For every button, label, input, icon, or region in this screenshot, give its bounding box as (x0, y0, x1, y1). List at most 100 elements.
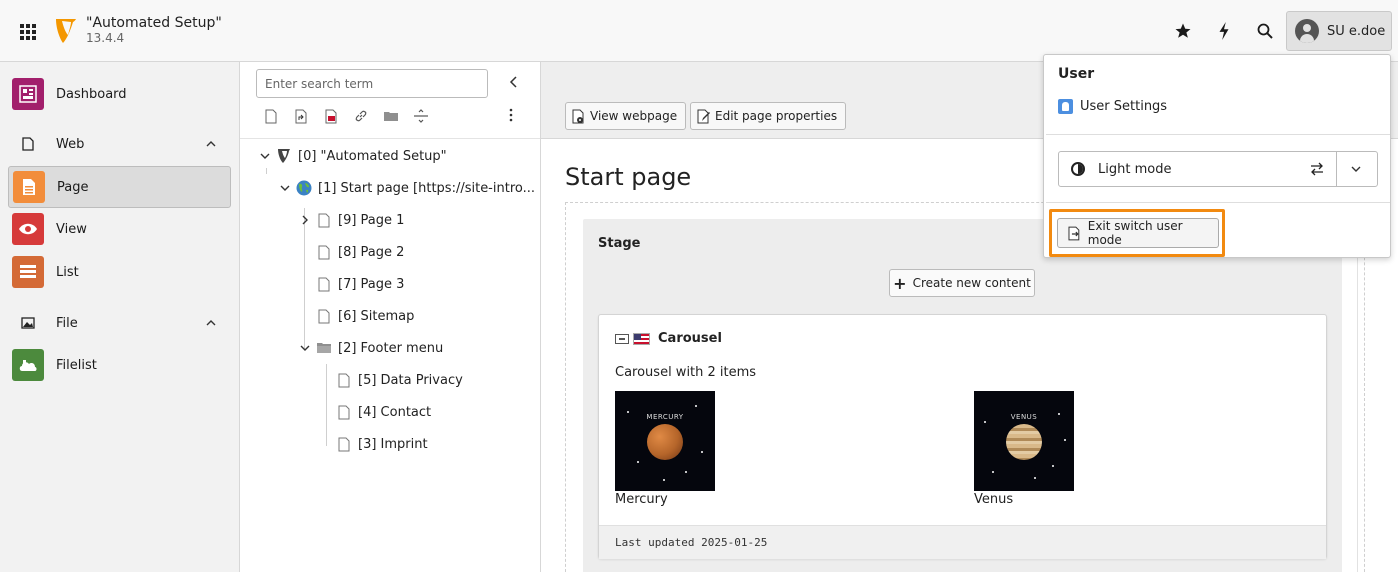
module-view[interactable]: View (8, 208, 231, 250)
tree-node-sitemap[interactable]: [6] Sitemap (298, 304, 414, 328)
flash-icon[interactable] (1212, 19, 1236, 43)
tree-more-icon[interactable] (508, 108, 514, 122)
edit-page-properties-label: Edit page properties (715, 109, 838, 123)
tree-search-input[interactable] (256, 69, 488, 98)
new-shortcut-icon[interactable] (286, 106, 316, 126)
tree-node-page-2[interactable]: [8] Page 2 (298, 240, 404, 264)
tree-node-label: [9] Page 1 (338, 212, 405, 228)
page-icon (316, 243, 332, 261)
user-settings-link[interactable]: User Settings (1058, 99, 1167, 114)
topbar: "Automated Setup" 13.4.4 SU e.doe (0, 0, 1398, 62)
content-element-description: Carousel with 2 items (615, 365, 757, 380)
tree-node-page-1[interactable]: [9] Page 1 (298, 208, 404, 232)
module-group-label: Web (56, 136, 85, 152)
select-divider (1336, 151, 1337, 187)
tree-node-label: [0] "Automated Setup" (298, 148, 447, 164)
tree-node-label: [2] Footer menu (338, 340, 444, 356)
chevron-right-icon[interactable] (298, 215, 312, 225)
module-group-label: File (56, 315, 78, 331)
module-filelist[interactable]: Filelist (8, 344, 231, 386)
folder-icon (316, 339, 332, 357)
color-mode-select[interactable]: Light mode (1058, 151, 1378, 187)
module-group-file[interactable]: File (8, 308, 231, 338)
plus-icon: + (893, 273, 907, 293)
module-label: Filelist (56, 357, 97, 373)
dropdown-divider (1046, 134, 1390, 135)
module-page[interactable]: Page (8, 166, 231, 208)
tree-node-label: [7] Page 3 (338, 276, 405, 292)
us-flag-icon (633, 332, 650, 345)
tree-node-data-privacy[interactable]: [5] Data Privacy (318, 368, 463, 392)
tree-node-label: [5] Data Privacy (358, 372, 463, 388)
folder-icon[interactable] (376, 106, 406, 126)
tree-node-root[interactable]: [0] "Automated Setup" (258, 144, 447, 168)
mercury-image-label: MERCURY (646, 413, 684, 421)
chevron-down-icon[interactable] (298, 344, 312, 352)
mercury-image: MERCURY (615, 391, 715, 491)
tree-node-page-3[interactable]: [7] Page 3 (298, 272, 404, 296)
content-element-footer: Last updated 2025-01-25 (599, 525, 1326, 559)
color-mode-label: Light mode (1098, 161, 1172, 177)
search-icon[interactable] (1253, 19, 1277, 43)
tree-node-footer-menu[interactable]: [2] Footer menu (298, 336, 443, 360)
exit-switch-user-label: Exit switch user mode (1087, 219, 1183, 247)
user-dropdown: User User Settings Light mode Exit switc… (1043, 54, 1391, 258)
bookmark-star-icon[interactable] (1171, 19, 1195, 43)
separator-icon[interactable] (406, 106, 436, 126)
content-element-header: Carousel (615, 331, 722, 346)
user-avatar-icon (1295, 19, 1319, 43)
stage-column: Stage + Create new content Carousel Caro… (583, 219, 1342, 572)
chevron-down-icon[interactable] (278, 184, 292, 192)
file-image-icon (12, 317, 44, 329)
link-icon[interactable] (346, 106, 376, 126)
page-icon (336, 403, 352, 421)
page-title: Start page (565, 163, 692, 191)
new-page-icon[interactable] (256, 106, 286, 126)
carousel-icon (615, 333, 629, 344)
module-list[interactable]: List (8, 251, 231, 293)
page-tree: [0] "Automated Setup" [1] Start page [ht… (240, 62, 541, 572)
tree-node-label: [1] Start page [https://site-intro... (318, 180, 536, 196)
chevron-up-icon (206, 320, 216, 326)
module-group-web[interactable]: Web (8, 129, 231, 159)
tree-node-imprint[interactable]: [3] Imprint (318, 432, 428, 456)
typo3-root-icon (276, 147, 292, 165)
site-name: "Automated Setup" (86, 15, 222, 31)
filelist-icon (12, 349, 44, 381)
venus-image: VENUS (974, 391, 1074, 491)
typo3-logo[interactable] (54, 17, 78, 45)
edit-page-icon (697, 109, 710, 123)
tree-node-label: [8] Page 2 (338, 244, 405, 260)
web-icon (12, 137, 44, 151)
user-menu-button[interactable]: SU e.doe (1286, 11, 1392, 51)
tree-node-label: [4] Contact (358, 404, 432, 420)
chevron-down-icon[interactable] (1350, 163, 1362, 175)
mercury-caption: Mercury (615, 492, 668, 507)
chevron-down-icon[interactable] (258, 152, 272, 160)
exit-switch-user-button[interactable]: Exit switch user mode (1057, 218, 1219, 248)
view-webpage-icon (572, 109, 584, 123)
tree-toolbar (256, 106, 436, 126)
module-label: View (56, 221, 87, 237)
new-mount-icon[interactable] (316, 106, 346, 126)
edit-page-properties-button[interactable]: Edit page properties (690, 102, 847, 130)
tree-node-contact[interactable]: [4] Contact (318, 400, 431, 424)
tree-node-start-page[interactable]: [1] Start page [https://site-intro... (278, 176, 535, 200)
app-grid-icon[interactable] (18, 22, 38, 42)
page-icon (316, 307, 332, 325)
dashboard-icon (12, 78, 44, 110)
page-icon (336, 371, 352, 389)
content-element-title: Carousel (658, 331, 722, 346)
create-new-content-button[interactable]: + Create new content (889, 269, 1035, 297)
view-webpage-button[interactable]: View webpage (565, 102, 687, 130)
tree-node-label: [6] Sitemap (338, 308, 415, 324)
module-dashboard[interactable]: Dashboard (8, 73, 231, 115)
content-element-card[interactable]: Carousel Carousel with 2 items MERCURY M… (598, 314, 1327, 559)
user-dropdown-title: User (1058, 66, 1095, 82)
page-icon (336, 435, 352, 453)
stage-title: Stage (598, 236, 641, 251)
eye-icon (12, 213, 44, 245)
venus-image-label: VENUS (1010, 413, 1038, 421)
collapse-tree-icon[interactable] (508, 75, 520, 89)
user-label: SU e.doe (1327, 23, 1386, 39)
